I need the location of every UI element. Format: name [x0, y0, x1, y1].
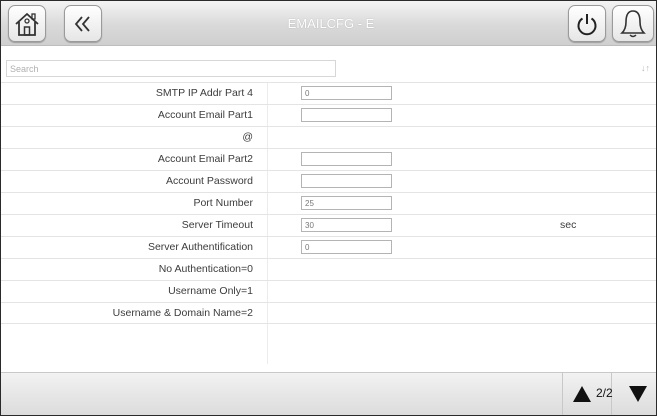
table-row: @ — [1, 126, 656, 148]
row-label: Account Password — [166, 175, 253, 187]
server-timeout-field[interactable] — [301, 218, 392, 232]
account-email-part2-field[interactable] — [301, 152, 392, 166]
table-row: Port Number — [1, 192, 656, 214]
power-icon — [577, 13, 597, 35]
search-bar: ↓↑ — [1, 57, 656, 81]
header-bar: EMAILCFG - E — [1, 1, 656, 46]
account-password-field[interactable] — [301, 174, 392, 188]
account-email-part1-field[interactable] — [301, 108, 392, 122]
table-row: Account Password — [1, 170, 656, 192]
row-label: Port Number — [193, 197, 253, 209]
row-label: @ — [242, 131, 253, 143]
smtp-ip-part4-field[interactable] — [301, 86, 392, 100]
row-label: Server Timeout — [181, 219, 253, 231]
page-indicator: 2/2 — [596, 386, 613, 400]
back-button[interactable] — [64, 5, 102, 42]
footer-divider — [562, 373, 563, 415]
parameter-table: SMTP IP Addr Part 4 Account Email Part1 … — [1, 82, 656, 324]
table-row: Account Email Part1 — [1, 104, 656, 126]
double-chevron-left-icon — [74, 15, 90, 32]
table-row: Account Email Part2 — [1, 148, 656, 170]
search-input[interactable] — [6, 60, 336, 77]
row-label: Username Only=1 — [168, 285, 253, 297]
table-row: Username Only=1 — [1, 280, 656, 302]
table-row: Username & Domain Name=2 — [1, 302, 656, 324]
table-row: SMTP IP Addr Part 4 — [1, 82, 656, 104]
home-button[interactable] — [8, 5, 46, 42]
row-label: SMTP IP Addr Part 4 — [155, 87, 253, 99]
alarm-button[interactable] — [612, 5, 654, 42]
row-label: Account Email Part2 — [157, 153, 253, 165]
row-label: No Authentication=0 — [158, 263, 253, 275]
triangle-up-icon[interactable] — [572, 385, 592, 403]
row-label: Account Email Part1 — [157, 109, 253, 121]
table-row: No Authentication=0 — [1, 258, 656, 280]
server-authentification-field[interactable] — [301, 240, 392, 254]
footer-bar: 2/2 — [1, 372, 656, 415]
screen-frame: EMAILCFG - E ↓↑ SMTP IP Addr Part 4 Acco… — [0, 0, 657, 416]
port-number-field[interactable] — [301, 196, 392, 210]
row-label: Username & Domain Name=2 — [112, 307, 253, 319]
table-row: Server Authentification — [1, 236, 656, 258]
row-label: Server Authentification — [147, 241, 253, 253]
page-title: EMAILCFG - E — [287, 16, 375, 31]
table-row: Server Timeout sec — [1, 214, 656, 236]
triangle-down-icon[interactable] — [628, 385, 648, 403]
power-button[interactable] — [568, 5, 606, 42]
unit-label: sec — [560, 219, 577, 231]
bell-icon — [620, 9, 646, 37]
sort-icon[interactable]: ↓↑ — [641, 63, 650, 73]
home-icon — [15, 12, 39, 36]
